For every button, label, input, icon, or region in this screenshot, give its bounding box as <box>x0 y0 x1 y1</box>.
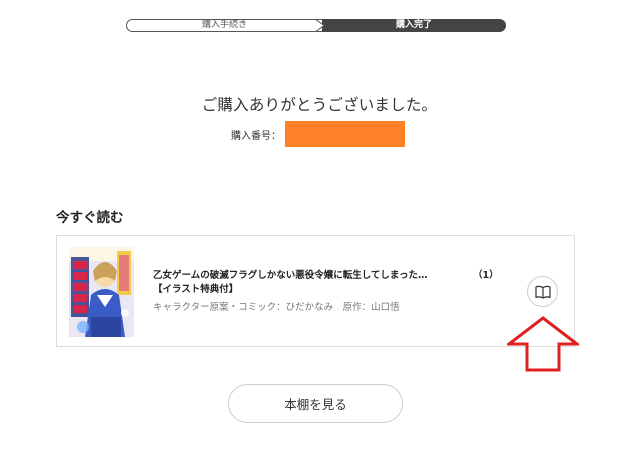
book-cover-image[interactable] <box>69 247 134 337</box>
book-card: 乙女ゲームの破滅フラグしかない悪役令嬢に転生してしまった… 【イラスト特典付】 … <box>56 235 575 347</box>
order-number-value <box>285 121 405 147</box>
book-title-line2: 【イラスト特典付】 <box>153 284 239 295</box>
book-author: キャラクター原案・コミック：ひだかなみ 原作：山口悟 <box>153 302 400 313</box>
annotation-up-arrow-icon <box>507 316 579 372</box>
read-now-heading: 今すぐ読む <box>56 210 124 226</box>
book-title-line1: 乙女ゲームの破滅フラグしかない悪役令嬢に転生してしまった… <box>153 270 428 281</box>
book-title[interactable]: 乙女ゲームの破滅フラグしかない悪役令嬢に転生してしまった… 【イラスト特典付】 <box>153 269 503 297</box>
step-1-label: 購入手続き <box>201 20 247 30</box>
step-purchase-procedure: 購入手続き <box>126 19 322 32</box>
step-divider-icon <box>315 19 324 32</box>
purchase-steps: 購入手続き 購入完了 <box>126 19 506 32</box>
step-2-label: 購入完了 <box>395 20 432 30</box>
read-book-button[interactable] <box>527 276 558 307</box>
cover-art-icon <box>69 247 134 337</box>
thanks-message: ご購入ありがとうございました。 <box>201 96 438 114</box>
open-book-icon <box>534 285 551 299</box>
order-number-row: 購入番号： <box>231 120 405 148</box>
view-bookshelf-button[interactable]: 本棚を見る <box>228 384 403 423</box>
step-purchase-complete: 購入完了 <box>322 19 506 32</box>
book-volume: （1） <box>473 270 499 281</box>
order-number-label: 購入番号： <box>231 130 281 142</box>
purchase-complete-page: 購入手続き 購入完了 ご購入ありがとうございました。 購入番号： 今すぐ読む 乙… <box>0 0 639 451</box>
